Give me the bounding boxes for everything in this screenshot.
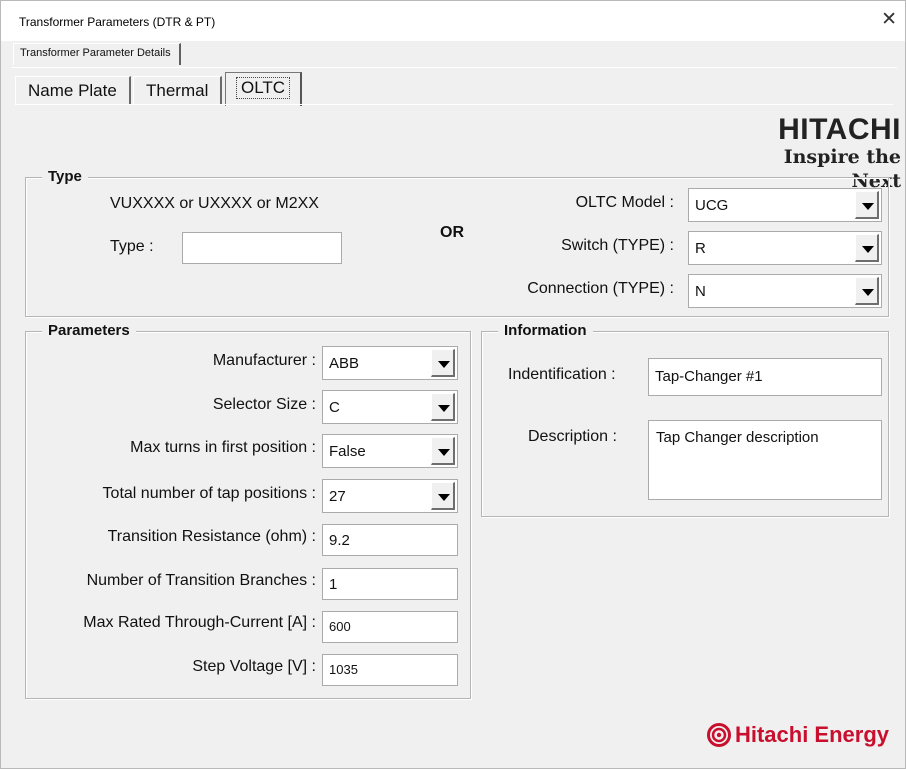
connection-type-select[interactable]: N bbox=[688, 274, 882, 308]
chevron-down-icon bbox=[438, 494, 450, 501]
description-label: Description : bbox=[528, 428, 617, 445]
type-hint: VUXXXX or UXXXX or M2XX bbox=[110, 195, 319, 212]
type-input[interactable] bbox=[182, 232, 342, 264]
tab-label: OLTC bbox=[236, 77, 291, 99]
max-turns-value: False bbox=[329, 443, 366, 460]
switch-type-label: Switch (TYPE) : bbox=[561, 237, 674, 254]
max-current-input[interactable]: 600 bbox=[322, 611, 458, 643]
oltc-model-value: UCG bbox=[695, 197, 729, 214]
transition-resistance-label: Transition Resistance (ohm) : bbox=[107, 528, 316, 545]
transition-resistance-input[interactable]: 9.2 bbox=[322, 524, 458, 556]
dropdown-button[interactable] bbox=[855, 191, 879, 219]
information-group-title: Information bbox=[498, 322, 593, 339]
selector-size-select[interactable]: C bbox=[322, 390, 458, 424]
description-textarea[interactable]: Tap Changer description bbox=[648, 420, 882, 500]
transition-branches-input[interactable]: 1 bbox=[322, 568, 458, 600]
identification-label: Indentification : bbox=[508, 366, 616, 383]
title-bar: Transformer Parameters (DTR & PT) ✕ bbox=[1, 1, 905, 41]
total-taps-label: Total number of tap positions : bbox=[102, 485, 316, 502]
step-voltage-label: Step Voltage [V] : bbox=[192, 658, 316, 675]
step-voltage-input[interactable]: 1035 bbox=[322, 654, 458, 686]
type-label: Type : bbox=[110, 238, 154, 255]
type-group-title: Type bbox=[42, 168, 88, 185]
chevron-down-icon bbox=[862, 289, 874, 296]
tab-thermal[interactable]: Thermal bbox=[133, 76, 223, 104]
chevron-down-icon bbox=[862, 203, 874, 210]
tab-name-plate[interactable]: Name Plate bbox=[15, 76, 131, 104]
chevron-down-icon bbox=[862, 246, 874, 253]
identification-input[interactable]: Tap-Changer #1 bbox=[648, 358, 882, 396]
dropdown-button[interactable] bbox=[855, 234, 879, 262]
tab-content: Name Plate Thermal OLTC HITACHI Inspire … bbox=[11, 67, 901, 765]
dialog-window: Transformer Parameters (DTR & PT) ✕ Tran… bbox=[0, 0, 906, 769]
oltc-model-label: OLTC Model : bbox=[575, 194, 674, 211]
chevron-down-icon bbox=[438, 449, 450, 456]
information-group: Information Indentification : Tap-Change… bbox=[481, 322, 889, 517]
dropdown-button[interactable] bbox=[431, 437, 455, 465]
chevron-down-icon bbox=[438, 361, 450, 368]
chevron-down-icon bbox=[438, 405, 450, 412]
transition-branches-label: Number of Transition Branches : bbox=[86, 572, 316, 589]
max-current-label: Max Rated Through-Current [A] : bbox=[83, 614, 316, 631]
tab-label: Thermal bbox=[146, 81, 209, 100]
oltc-panel: HITACHI Inspire the Next Type VUXXXX or … bbox=[15, 104, 901, 758]
hitachi-energy-logo: Hitachi Energy bbox=[706, 720, 889, 750]
logo-brand: HITACHI bbox=[778, 113, 901, 146]
max-turns-select[interactable]: False bbox=[322, 434, 458, 468]
total-taps-value: 27 bbox=[329, 488, 346, 505]
tab-oltc[interactable]: OLTC bbox=[225, 72, 303, 106]
parameters-group-title: Parameters bbox=[42, 322, 136, 339]
manufacturer-label: Manufacturer : bbox=[212, 352, 316, 369]
switch-type-select[interactable]: R bbox=[688, 231, 882, 265]
window-title: Transformer Parameters (DTR & PT) bbox=[19, 15, 216, 29]
selector-size-value: C bbox=[329, 399, 340, 416]
hitachi-logo: HITACHI Inspire the Next bbox=[731, 113, 901, 193]
tab-label: Name Plate bbox=[28, 81, 117, 100]
tab-transformer-parameter-details[interactable]: Transformer Parameter Details bbox=[13, 43, 181, 65]
oltc-model-select[interactable]: UCG bbox=[688, 188, 882, 222]
close-icon[interactable]: ✕ bbox=[881, 10, 897, 29]
type-group: Type VUXXXX or UXXXX or M2XX Type : OR O… bbox=[25, 168, 889, 317]
max-turns-label: Max turns in first position : bbox=[130, 439, 316, 456]
selector-size-label: Selector Size : bbox=[212, 396, 316, 413]
or-label: OR bbox=[440, 224, 464, 241]
hitachi-energy-text: Hitachi Energy bbox=[734, 722, 889, 747]
dropdown-button[interactable] bbox=[431, 482, 455, 510]
dropdown-button[interactable] bbox=[431, 349, 455, 377]
parameters-group: Parameters Manufacturer : ABB Selector S… bbox=[25, 322, 471, 699]
connection-type-label: Connection (TYPE) : bbox=[527, 280, 674, 297]
total-taps-select[interactable]: 27 bbox=[322, 479, 458, 513]
connection-type-value: N bbox=[695, 283, 706, 300]
manufacturer-select[interactable]: ABB bbox=[322, 346, 458, 380]
hitachi-energy-icon bbox=[706, 723, 731, 747]
dropdown-button[interactable] bbox=[855, 277, 879, 305]
dropdown-button[interactable] bbox=[431, 393, 455, 421]
outer-tab-strip: Transformer Parameter Details bbox=[13, 41, 893, 67]
switch-type-value: R bbox=[695, 240, 706, 257]
manufacturer-value: ABB bbox=[329, 355, 360, 372]
